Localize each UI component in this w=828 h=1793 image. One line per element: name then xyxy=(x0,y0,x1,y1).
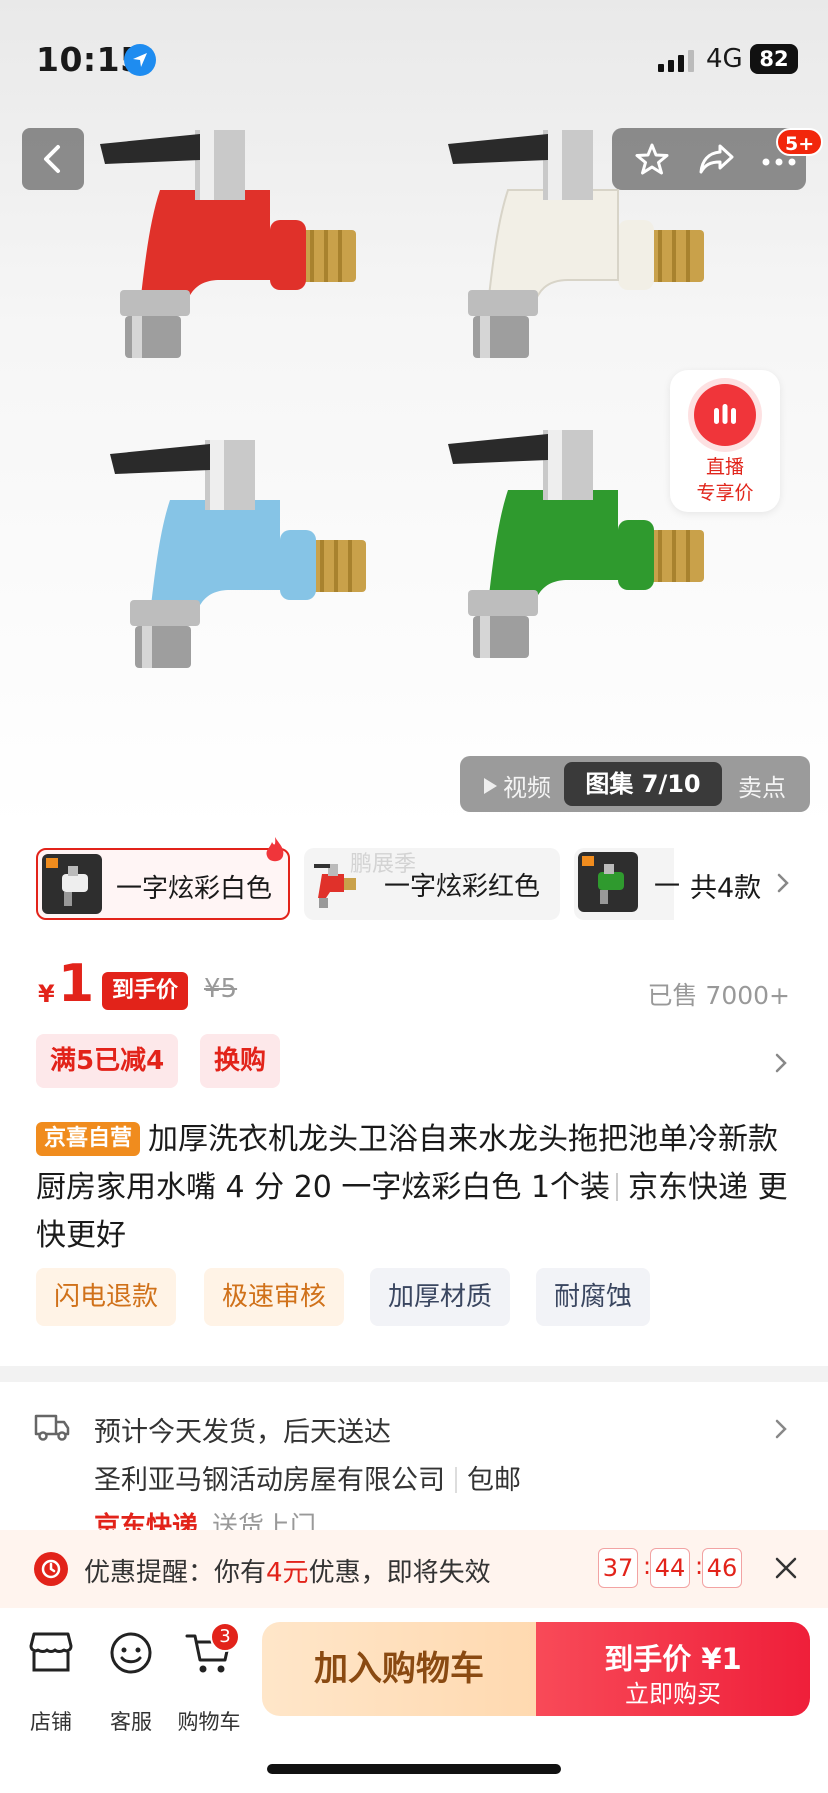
feature-tag: 闪电退款 xyxy=(36,1268,177,1326)
customer-service-button[interactable]: 客服 xyxy=(96,1630,166,1734)
countdown-minutes: 44 xyxy=(650,1548,690,1588)
bottom-action-bar: 店铺 客服 购物车 3 加入购物车 到手价 ¥1 立即购买 xyxy=(0,1608,828,1793)
store-button[interactable]: 店铺 xyxy=(16,1630,86,1734)
close-icon[interactable] xyxy=(774,1556,798,1580)
sold-count: 已售 7000+ xyxy=(647,981,790,1010)
service-label: 客服 xyxy=(110,1710,152,1734)
live-label: 直播 xyxy=(705,456,744,478)
chevron-right-icon[interactable] xyxy=(776,872,790,894)
live-price-label: 专享价 xyxy=(696,482,754,504)
buy-now-label: 立即购买 xyxy=(625,1680,721,1708)
sku-option-red[interactable]: 一字炫彩红色 xyxy=(304,848,560,920)
reminder-amount: 4元 xyxy=(266,1558,309,1588)
chevron-right-icon[interactable] xyxy=(774,1418,788,1440)
sku-total-count[interactable]: 共4款 xyxy=(690,866,761,905)
delivery-estimate: 预计今天发货，后天送达 xyxy=(94,1417,391,1448)
coupon-reminder-banner[interactable]: 优惠提醒：你有4元优惠，即将失效 37 : 44 : 46 xyxy=(0,1530,828,1608)
feature-tag: 极速审核 xyxy=(204,1268,345,1326)
live-icon xyxy=(694,384,756,446)
buy-now-button[interactable]: 到手价 ¥1 立即购买 xyxy=(536,1622,810,1716)
product-info-card: 一字炫彩白色 一字炫彩红色 鹏展季 一 共4款 ¥ 1 到手价 ¥5 已售 70… xyxy=(0,826,828,1366)
play-icon xyxy=(484,778,497,794)
product-title: 京喜自营 加厚洗衣机龙头卫浴自来水龙头拖把池单冷新款厨房家用水嘴 4 分 20 一… xyxy=(36,1116,796,1260)
chevron-right-icon[interactable] xyxy=(774,1052,788,1074)
cart-label: 购物车 xyxy=(177,1710,241,1734)
price-currency: ¥ xyxy=(38,980,55,1008)
reminder-suffix: 优惠，即将失效 xyxy=(308,1558,491,1588)
reminder-text: 优惠提醒：你有4元优惠，即将失效 xyxy=(84,1552,491,1589)
live-price-button[interactable]: 直播 专享价 xyxy=(670,370,780,512)
sku-thumbnail xyxy=(42,854,102,914)
promo-exchange-tag[interactable]: 换购 xyxy=(200,1034,281,1088)
cart-count-badge: 3 xyxy=(210,1622,240,1652)
seller-name: 圣利亚马钢活动房屋有限公司 xyxy=(94,1465,445,1496)
clock-icon xyxy=(34,1552,68,1586)
product-gallery[interactable]: 10:15 4G 82 5+ 直播 专享价 视频 图集 7/10 卖点 xyxy=(0,0,828,830)
back-button[interactable] xyxy=(22,128,84,190)
sku-option-white[interactable]: 一字炫彩白色 xyxy=(36,848,290,920)
notification-badge: 5+ xyxy=(776,128,824,156)
sku-option-more[interactable]: 一 xyxy=(574,848,680,920)
faucet-white-image xyxy=(448,130,704,358)
battery-icon: 82 xyxy=(750,44,798,74)
watermark-text: 鹏展季 xyxy=(350,852,417,877)
network-type: 4G xyxy=(706,44,743,74)
add-to-cart-button[interactable]: 加入购物车 xyxy=(262,1622,536,1716)
home-indicator xyxy=(267,1764,561,1774)
customer-service-icon xyxy=(110,1632,152,1674)
gallery-switcher: 视频 图集 7/10 卖点 xyxy=(460,756,810,812)
divider xyxy=(455,1467,457,1493)
sku-thumbnail xyxy=(578,852,638,912)
tab-album[interactable]: 图集 7/10 xyxy=(564,762,722,806)
store-label: 店铺 xyxy=(30,1710,72,1734)
hot-flame-icon xyxy=(266,837,284,862)
buy-price-label: 到手价 ¥1 xyxy=(604,1642,742,1676)
countdown-seconds: 46 xyxy=(702,1548,742,1588)
sku-label: 一 xyxy=(654,872,681,902)
title-divider xyxy=(616,1173,619,1201)
tab-video-label: 视频 xyxy=(503,774,551,802)
store-icon xyxy=(29,1632,73,1672)
price-value: 1 xyxy=(58,954,95,1014)
store-badge: 京喜自营 xyxy=(36,1122,141,1156)
feature-tag: 加厚材质 xyxy=(370,1268,511,1326)
seller-line: 圣利亚马钢活动房屋有限公司 包邮 xyxy=(94,1458,521,1497)
reminder-prefix: 优惠提醒：你有 xyxy=(84,1558,267,1588)
free-shipping-label: 包邮 xyxy=(467,1465,521,1496)
signal-icon xyxy=(658,48,694,72)
status-bar: 10:15 4G 82 xyxy=(0,0,828,110)
feature-tag: 耐腐蚀 xyxy=(536,1268,651,1326)
tab-selling-points[interactable]: 卖点 xyxy=(738,768,786,803)
promo-discount-tag[interactable]: 满5已减4 xyxy=(36,1034,179,1088)
tab-video[interactable]: 视频 xyxy=(484,768,551,803)
final-price-badge: 到手价 xyxy=(102,972,189,1010)
original-price: ¥5 xyxy=(204,974,238,1004)
countdown-hours: 37 xyxy=(598,1548,638,1588)
location-arrow-icon xyxy=(124,44,156,76)
sku-label: 一字炫彩白色 xyxy=(116,874,273,904)
faucet-red-image xyxy=(100,130,356,358)
delivery-truck-icon xyxy=(34,1414,70,1441)
faucet-blue-image xyxy=(110,440,366,668)
shipping-card[interactable]: 预计今天发货，后天送达 圣利亚马钢活动房屋有限公司 包邮 京东快递 送货上门 xyxy=(0,1382,828,1542)
